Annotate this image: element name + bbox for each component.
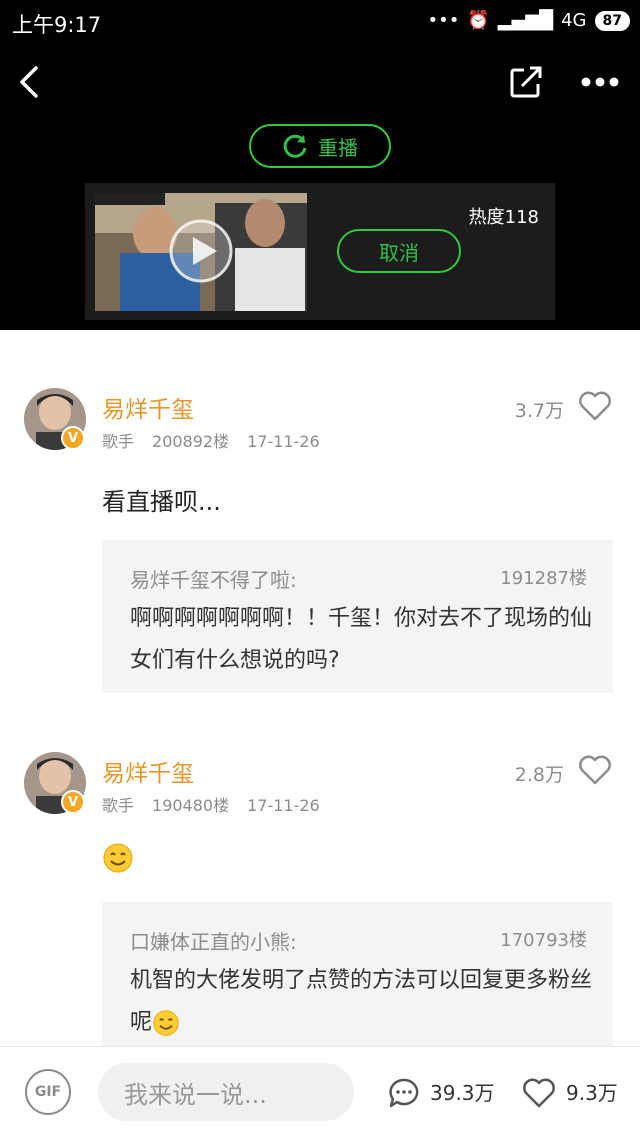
replay-button[interactable]: 重播 <box>249 124 391 168</box>
more-dots-icon: ••• <box>427 10 460 31</box>
user-role: 歌手 <box>102 796 135 815</box>
replay-icon <box>283 134 307 158</box>
status-icons: ••• ⏰ ▂▄▆█ 4G 87 <box>427 10 630 31</box>
verified-badge-icon: V <box>61 790 85 814</box>
like-heart-icon[interactable] <box>522 1077 556 1109</box>
heart-icon[interactable] <box>578 754 612 786</box>
heart-icon[interactable] <box>578 390 612 422</box>
cancel-label: 取消 <box>379 240 419 265</box>
share-icon[interactable] <box>508 64 544 100</box>
comment-input[interactable]: 我来说一说... <box>98 1063 354 1121</box>
smile-emoji-icon <box>153 1010 179 1036</box>
video-thumbnail[interactable] <box>95 193 307 311</box>
quoted-floor: 170793楼 <box>500 930 587 951</box>
smile-emoji-icon <box>103 843 133 873</box>
quoted-username: 口嫌体正直的小熊: <box>130 930 297 954</box>
status-bar: 上午9:17 ••• ⏰ ▂▄▆█ 4G 87 <box>0 0 640 44</box>
comment-count: 39.3万 <box>430 1081 495 1105</box>
quoted-floor: 191287楼 <box>500 568 587 589</box>
quoted-text-content: 机智的大佬发明了点赞的方法可以回复更多粉丝呢 <box>130 968 593 1035</box>
comment-input-bar: GIF 我来说一说... 39.3万 9.3万 <box>0 1046 640 1138</box>
quoted-reply[interactable]: 易烊千玺不得了啦: 191287楼 啊啊啊啊啊啊啊！！千玺！你对去不了现场的仙女… <box>102 540 613 693</box>
like-count: 3.7万 <box>514 400 564 422</box>
gif-button[interactable]: GIF <box>25 1069 71 1115</box>
quoted-text: 啊啊啊啊啊啊啊！！千玺！你对去不了现场的仙女们有什么想说的吗? <box>130 606 593 673</box>
verified-badge-icon: V <box>61 426 85 450</box>
username[interactable]: 易烊千玺 <box>102 390 194 424</box>
comment-date: 17-11-26 <box>247 796 320 815</box>
like-total: 9.3万 <box>566 1081 618 1105</box>
floor-number: 190480楼 <box>152 796 230 815</box>
username[interactable]: 易烊千玺 <box>102 754 194 788</box>
floor-number: 200892楼 <box>152 432 230 451</box>
replay-label: 重播 <box>318 135 358 160</box>
comment-meta: 歌手 190480楼 17-11-26 <box>102 792 338 816</box>
quoted-reply[interactable]: 口嫌体正直的小熊: 170793楼 机智的大佬发明了点赞的方法可以回复更多粉丝呢 <box>102 902 613 1052</box>
battery-level: 87 <box>594 10 630 31</box>
recommended-video-card[interactable]: 热度118 取消 <box>85 183 555 320</box>
comment-bubble-icon[interactable] <box>388 1077 420 1109</box>
comment-date: 17-11-26 <box>247 432 320 451</box>
alarm-icon: ⏰ <box>467 10 490 31</box>
more-options-icon[interactable] <box>580 76 620 88</box>
status-time: 上午9:17 <box>12 13 102 37</box>
network-type: 4G <box>561 10 587 31</box>
quoted-text: 机智的大佬发明了点赞的方法可以回复更多粉丝呢 <box>130 960 600 1044</box>
cancel-button[interactable]: 取消 <box>337 229 461 273</box>
comment-meta: 歌手 200892楼 17-11-26 <box>102 428 338 452</box>
nav-bar <box>0 52 640 112</box>
comment-text: 看直播呗... <box>102 488 221 516</box>
quoted-username: 易烊千玺不得了啦: <box>130 568 297 592</box>
like-count: 2.8万 <box>514 764 564 786</box>
video-header: 上午9:17 ••• ⏰ ▂▄▆█ 4G 87 重播 热度118 取消 <box>0 0 640 330</box>
back-arrow-icon[interactable] <box>18 64 42 100</box>
signal-icon: ▂▄▆█ <box>497 10 554 31</box>
heat-count: 热度118 <box>468 207 539 228</box>
user-role: 歌手 <box>102 432 135 451</box>
